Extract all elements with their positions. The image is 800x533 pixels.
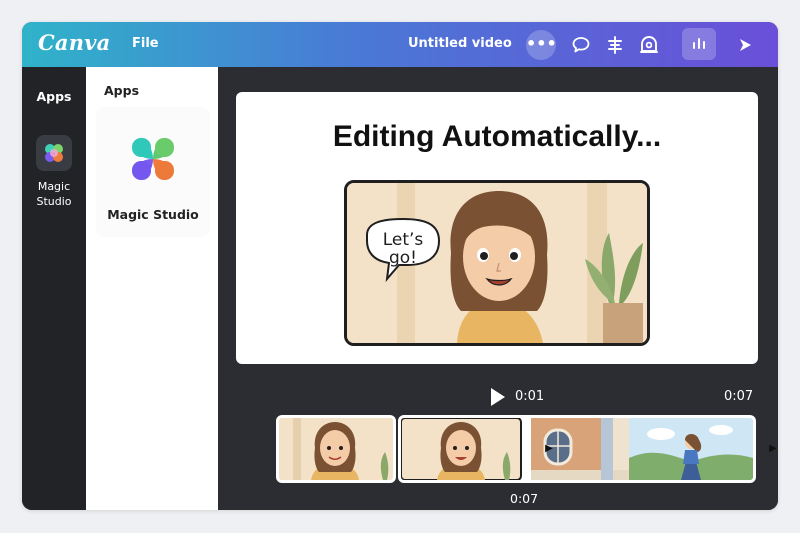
timeline-time: 0:07 — [510, 491, 539, 506]
slide-illustration[interactable]: Let’s go! — [344, 180, 650, 346]
play-present-icon[interactable] — [732, 32, 758, 58]
slide-page[interactable]: Editing Automatically... Let’s go! — [236, 92, 758, 364]
file-menu[interactable]: File — [132, 36, 159, 51]
magic-studio-logo — [132, 138, 174, 180]
play-icon[interactable] — [489, 387, 507, 407]
slide-title[interactable]: Editing Automatically... — [236, 120, 758, 154]
timeline-clip-1[interactable] — [276, 415, 396, 483]
clip-1-thumbnail — [279, 418, 393, 480]
canva-logo[interactable]: Canva — [38, 30, 110, 55]
trim-handle-right[interactable]: ▶ — [768, 440, 778, 458]
speech-line-1: Let’s — [383, 230, 424, 250]
insights-icon[interactable] — [682, 28, 716, 60]
more-options-button[interactable]: ••• — [526, 30, 557, 60]
document-title[interactable]: Untitled video — [408, 36, 512, 51]
current-time: 0:01 — [515, 389, 545, 404]
trim-handle-middle[interactable]: ▶ — [544, 440, 554, 458]
editor-canvas-area: Editing Automatically... Let’s go! 0:01 … — [218, 67, 778, 510]
canva-editor-window: Canva File Untitled video ••• Apps Magic… — [22, 22, 778, 510]
panel-title: Apps — [104, 83, 140, 98]
apps-panel: Apps Magic Studio — [86, 67, 218, 510]
clip-2-thumbnail — [401, 418, 753, 480]
total-time: 0:07 — [724, 389, 754, 404]
timer-icon[interactable] — [636, 32, 662, 58]
side-rail: Apps Magic Studio — [22, 67, 86, 510]
rail-apps-label[interactable]: Apps — [22, 89, 86, 104]
girl-illustration: Let’s go! — [347, 183, 647, 343]
comment-icon[interactable] — [568, 32, 594, 58]
rail-item-label: Magic Studio — [36, 180, 72, 208]
timeline-clip-2[interactable] — [398, 415, 756, 483]
align-icon[interactable] — [602, 32, 628, 58]
speech-line-2: go! — [389, 248, 417, 268]
magic-studio-card-label: Magic Studio — [107, 207, 199, 222]
top-bar: Canva File Untitled video ••• — [22, 22, 778, 67]
magic-studio-card[interactable]: Magic Studio — [96, 107, 210, 237]
magic-studio-icon — [36, 135, 72, 171]
